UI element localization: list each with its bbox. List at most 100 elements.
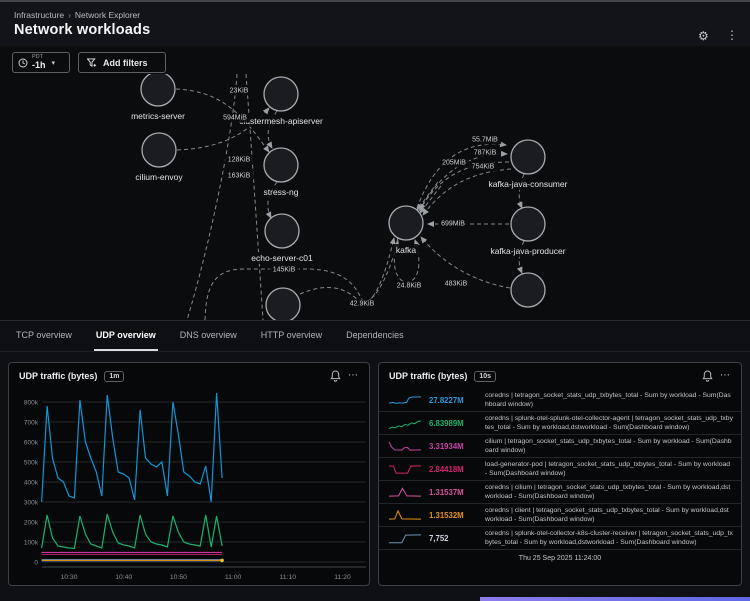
legend-sparkline [387, 531, 423, 546]
add-filters-label: Add filters [103, 58, 148, 68]
legend-description: cilium | tetragon_socket_stats_udp_txbyt… [485, 437, 733, 455]
udp-traffic-chart-panel: UDP traffic (bytes) 1m ⋯ 0100k200k300k40… [8, 362, 370, 586]
gear-icon[interactable]: ⚙ [698, 30, 709, 42]
legend-panel-header: UDP traffic (bytes) 10s ⋯ [379, 363, 741, 389]
x-axis-tick: 10:30 [60, 574, 77, 581]
edge-traffic-label: 483KiB [442, 280, 471, 289]
legend-value: 1.31537M [429, 488, 479, 497]
legend-row[interactable]: 7,752coredns | splunk-otel-collector-k8s… [379, 526, 741, 549]
bell-icon[interactable] [330, 370, 341, 382]
graph-node-echo-server-c01[interactable] [265, 214, 299, 248]
kebab-menu-icon[interactable]: ⋮ [726, 29, 738, 41]
legend-description: load-generator-pod | tetragon_socket_sta… [485, 460, 733, 478]
legend-sparkline [387, 485, 423, 500]
legend-value: 6.83989M [429, 419, 479, 428]
tab-udp-overview[interactable]: UDP overview [94, 321, 158, 351]
tab-tcp-overview[interactable]: TCP overview [14, 321, 74, 351]
x-axis-tick: 10:50 [170, 574, 187, 581]
legend-description: coredns | cilium | tetragon_socket_stats… [485, 483, 733, 501]
breadcrumb: Infrastructure › Network Explorer [14, 10, 140, 20]
graph-edge [300, 241, 398, 302]
tab-dns-overview[interactable]: DNS overview [178, 321, 239, 351]
workload-graph[interactable]: metrics-serverclustermesh-apiserverciliu… [0, 74, 750, 320]
bell-icon[interactable] [702, 370, 713, 382]
node-label-kafka-java-producer[interactable]: kafka-java-producer [487, 245, 568, 257]
add-filters-button[interactable]: Add filters [78, 52, 166, 73]
chart-panel-header: UDP traffic (bytes) 1m ⋯ [9, 363, 369, 389]
legend-row[interactable]: 27.8227M coredns | tetragon_socket_stats_… [379, 389, 741, 411]
chart-panel-title: UDP traffic (bytes) [19, 371, 97, 381]
graph-edge [417, 182, 438, 210]
udp-traffic-legend-panel: UDP traffic (bytes) 10s ⋯ 27.8227M coredn… [378, 362, 742, 586]
edge-traffic-label: 205MiB [439, 159, 469, 168]
node-label-stress-ng[interactable]: stress-ng [261, 186, 302, 198]
chart-resolution-badge: 1m [104, 371, 124, 382]
graph-node[interactable] [266, 288, 300, 320]
edge-traffic-label: 754KiB [469, 163, 498, 172]
legend-row[interactable]: 3.31934M cilium | tetragon_socket_stats_u… [379, 434, 741, 457]
edge-traffic-label: 23KiB [227, 87, 252, 96]
graph-node[interactable] [511, 273, 545, 307]
y-axis-tick: 400k [24, 480, 39, 487]
graph-node-kafka-java-consumer[interactable] [511, 140, 545, 174]
time-range-picker[interactable]: PDT -1h ▾ [12, 52, 70, 73]
legend-description: coredns | client | tetragon_socket_stats… [485, 506, 733, 524]
udp-traffic-line-chart[interactable]: 0100k200k300k400k500k600k700k800k10:3010… [9, 389, 369, 585]
legend-sparkline [387, 416, 423, 431]
graph-node-kafka-java-producer[interactable] [511, 207, 545, 241]
breadcrumb-infrastructure[interactable]: Infrastructure [14, 10, 64, 20]
edge-traffic-label: 24.8KiB [394, 282, 425, 291]
graph-node-stress-ng[interactable] [264, 148, 298, 182]
bottom-accent-bar [480, 597, 750, 601]
edge-traffic-label: 594MiB [220, 114, 250, 123]
legend-sparkline [387, 393, 423, 408]
legend-value: 3.31934M [429, 442, 479, 451]
panel-menu-icon[interactable]: ⋯ [348, 371, 359, 381]
breadcrumb-chevron-icon: › [68, 10, 71, 20]
graph-node-clustermesh-apiserver[interactable] [264, 77, 298, 111]
legend-panel-title: UDP traffic (bytes) [389, 371, 467, 381]
tab-dependencies[interactable]: Dependencies [344, 321, 406, 351]
graph-edge [420, 186, 441, 213]
breadcrumb-network-explorer[interactable]: Network Explorer [75, 10, 140, 20]
legend-value: 2.84418M [429, 465, 479, 474]
legend-description: coredns | splunk-otel-collector-k8s-clus… [485, 529, 733, 547]
legend-sparkline [387, 439, 423, 454]
graph-node-metrics-server[interactable] [141, 74, 175, 106]
node-label-kafka-java-consumer[interactable]: kafka-java-consumer [486, 178, 571, 190]
node-label-metrics-server[interactable]: metrics-server [128, 110, 188, 122]
legend-footer-timestamp: Thu 25 Sep 2025 11:24:00 [379, 549, 741, 569]
node-label-echo-server-c01[interactable]: echo-server-c01 [248, 252, 315, 264]
legend-description: coredns | splunk-otel-splunk-otel-collec… [485, 414, 733, 432]
node-label-kafka[interactable]: kafka [393, 244, 419, 256]
legend-value: 1.31532M [429, 511, 479, 520]
series-coredns [42, 393, 223, 502]
legend-rows: 27.8227M coredns | tetragon_socket_stats_… [379, 389, 741, 549]
y-axis-tick: 800k [24, 400, 39, 407]
graph-node-kafka[interactable] [389, 206, 423, 240]
legend-sparkline [387, 462, 423, 477]
network-workloads-page: Infrastructure › Network Explorer Network … [0, 0, 750, 601]
legend-row[interactable]: 2.84418M load-generator-pod | tetragon_so… [379, 457, 741, 480]
legend-row[interactable]: 1.31532M coredns | client | tetragon_sock… [379, 503, 741, 526]
y-axis-tick: 0 [34, 560, 38, 567]
panel-menu-icon[interactable]: ⋯ [720, 371, 731, 381]
node-label-cilium-envoy[interactable]: cilium-envoy [132, 171, 185, 183]
legend-row[interactable]: 1.31537M coredns | cilium | tetragon_sock… [379, 480, 741, 503]
chevron-down-icon: ▾ [52, 59, 56, 67]
x-axis-tick: 11:10 [280, 574, 297, 581]
graph-edge [187, 74, 237, 320]
clock-icon [18, 58, 28, 68]
legend-description: coredns | tetragon_socket_stats_udp_txby… [485, 391, 733, 409]
tab-http-overview[interactable]: HTTP overview [259, 321, 324, 351]
overview-tabs: TCP overview UDP overview DNS overview H… [0, 321, 750, 352]
graph-node-cilium-envoy[interactable] [142, 133, 176, 167]
series-end-dot [220, 559, 224, 563]
y-axis-tick: 100k [24, 540, 39, 547]
time-range-value: PDT -1h [32, 55, 46, 70]
legend-value: 27.8227M [429, 396, 479, 405]
edge-traffic-label: 699MiB [438, 220, 468, 229]
legend-row[interactable]: 6.83989M coredns | splunk-otel-splunk-ote… [379, 411, 741, 434]
network-graph-section: PDT -1h ▾ Add filters metrics-serverclus… [0, 46, 750, 321]
y-axis-tick: 600k [24, 440, 39, 447]
